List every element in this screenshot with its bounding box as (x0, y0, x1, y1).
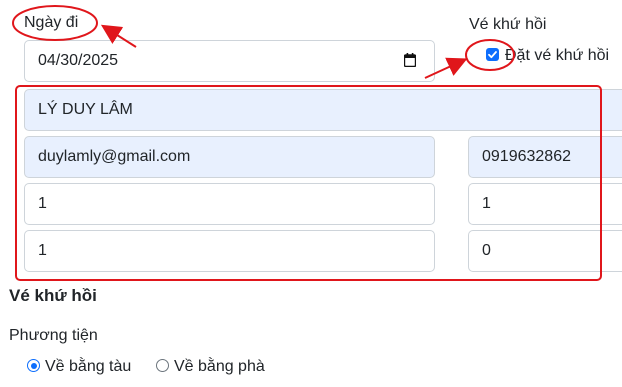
return-section-heading: Vé khứ hồi (9, 286, 97, 305)
vehicle-quantity-input[interactable]: 1 (24, 230, 435, 272)
adult-quantity-input[interactable]: 1 (24, 183, 435, 225)
extra-quantity-value: 0 (482, 242, 491, 259)
child-quantity-value: 1 (482, 195, 491, 212)
departure-date-label: Ngày đi (24, 14, 79, 31)
checkmark-icon (488, 51, 497, 59)
email-value: duylamly@gmail.com (38, 148, 191, 165)
vehicle-quantity-value: 1 (38, 242, 47, 259)
return-by-boat-radio[interactable] (27, 359, 40, 372)
adult-quantity-value: 1 (38, 195, 47, 212)
return-by-boat-label[interactable]: Về bằng tàu (45, 357, 131, 377)
full-name-input[interactable]: LÝ DUY LÂM (24, 89, 622, 131)
full-name-value: LÝ DUY LÂM (38, 101, 133, 118)
round-trip-checkbox[interactable] (486, 48, 499, 61)
extra-quantity-input[interactable]: 0 (468, 230, 622, 272)
return-ticket-label: Vé khứ hồi (469, 16, 547, 33)
departure-date-input[interactable]: 04/30/2025 (24, 40, 435, 82)
phone-input[interactable]: 0919632862 (468, 136, 622, 178)
child-quantity-input[interactable]: 1 (468, 183, 622, 225)
transport-label: Phương tiện (9, 327, 98, 344)
return-by-ferry-label[interactable]: Về bằng phà (174, 357, 265, 377)
return-by-ferry-radio[interactable] (156, 359, 169, 372)
email-input[interactable]: duylamly@gmail.com (24, 136, 435, 178)
round-trip-checkbox-label[interactable]: Đặt vé khứ hồi (505, 46, 609, 66)
calendar-icon[interactable] (403, 53, 417, 68)
departure-date-value: 04/30/2025 (38, 52, 119, 69)
phone-value: 0919632862 (482, 148, 571, 165)
